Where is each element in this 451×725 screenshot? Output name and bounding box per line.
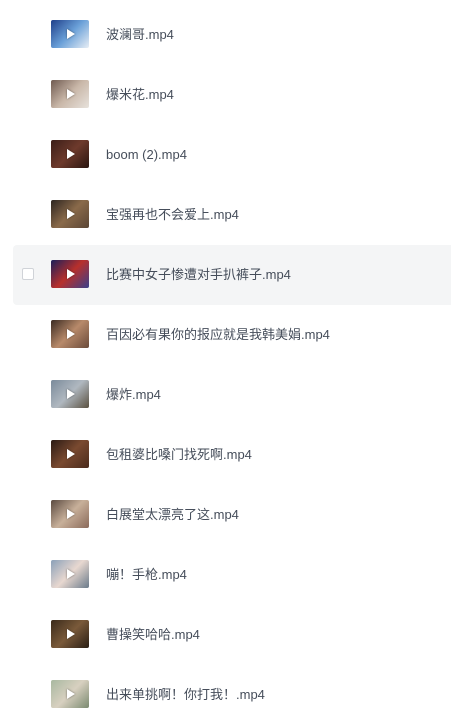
- file-name[interactable]: 白展堂太漂亮了这.mp4: [106, 485, 239, 545]
- video-thumbnail-icon[interactable]: [51, 80, 89, 108]
- play-icon: [67, 269, 75, 279]
- file-row[interactable]: 比赛中女子惨遭对手扒裤子.mp4: [13, 245, 451, 305]
- video-thumbnail-icon[interactable]: [51, 320, 89, 348]
- play-icon: [67, 89, 75, 99]
- file-name[interactable]: 嘣！手枪.mp4: [106, 545, 187, 605]
- video-thumbnail-icon[interactable]: [51, 200, 89, 228]
- file-row[interactable]: 曹操笑哈哈.mp4: [0, 605, 451, 665]
- file-list: 波澜哥.mp4 爆米花.mp4 boom (2).mp4 宝强再也不会爱上.mp4 比赛…: [0, 5, 451, 725]
- row-checkbox[interactable]: [22, 268, 34, 280]
- file-row[interactable]: 白展堂太漂亮了这.mp4: [0, 485, 451, 545]
- file-name[interactable]: 出来单挑啊！你打我！.mp4: [106, 665, 265, 725]
- video-thumbnail-icon[interactable]: [51, 380, 89, 408]
- file-name[interactable]: 百因必有果你的报应就是我韩美娟.mp4: [106, 305, 330, 365]
- video-thumbnail-icon[interactable]: [51, 500, 89, 528]
- play-icon: [67, 689, 75, 699]
- video-thumbnail-icon[interactable]: [51, 680, 89, 708]
- file-name[interactable]: 爆米花.mp4: [106, 65, 174, 125]
- file-row[interactable]: 嘣！手枪.mp4: [0, 545, 451, 605]
- video-thumbnail-icon[interactable]: [51, 620, 89, 648]
- file-row[interactable]: 包租婆比嗓门找死啊.mp4: [0, 425, 451, 485]
- video-thumbnail-icon[interactable]: [51, 440, 89, 468]
- play-icon: [67, 209, 75, 219]
- play-icon: [67, 569, 75, 579]
- file-row[interactable]: 宝强再也不会爱上.mp4: [0, 185, 451, 245]
- file-name[interactable]: 宝强再也不会爱上.mp4: [106, 185, 239, 245]
- play-icon: [67, 449, 75, 459]
- file-name[interactable]: 包租婆比嗓门找死啊.mp4: [106, 425, 252, 485]
- video-thumbnail-icon[interactable]: [51, 260, 89, 288]
- video-thumbnail-icon[interactable]: [51, 140, 89, 168]
- play-icon: [67, 629, 75, 639]
- play-icon: [67, 149, 75, 159]
- file-name[interactable]: 爆炸.mp4: [106, 365, 161, 425]
- file-name[interactable]: 曹操笑哈哈.mp4: [106, 605, 200, 665]
- file-row[interactable]: 百因必有果你的报应就是我韩美娟.mp4: [0, 305, 451, 365]
- file-row[interactable]: 出来单挑啊！你打我！.mp4: [0, 665, 451, 725]
- file-name[interactable]: 波澜哥.mp4: [106, 5, 174, 65]
- file-row[interactable]: 爆炸.mp4: [0, 365, 451, 425]
- file-row[interactable]: boom (2).mp4: [0, 125, 451, 185]
- play-icon: [67, 329, 75, 339]
- file-row[interactable]: 波澜哥.mp4: [0, 5, 451, 65]
- file-row[interactable]: 爆米花.mp4: [0, 65, 451, 125]
- video-thumbnail-icon[interactable]: [51, 20, 89, 48]
- play-icon: [67, 389, 75, 399]
- video-thumbnail-icon[interactable]: [51, 560, 89, 588]
- file-name[interactable]: 比赛中女子惨遭对手扒裤子.mp4: [106, 245, 291, 305]
- play-icon: [67, 29, 75, 39]
- play-icon: [67, 509, 75, 519]
- file-name[interactable]: boom (2).mp4: [106, 125, 187, 185]
